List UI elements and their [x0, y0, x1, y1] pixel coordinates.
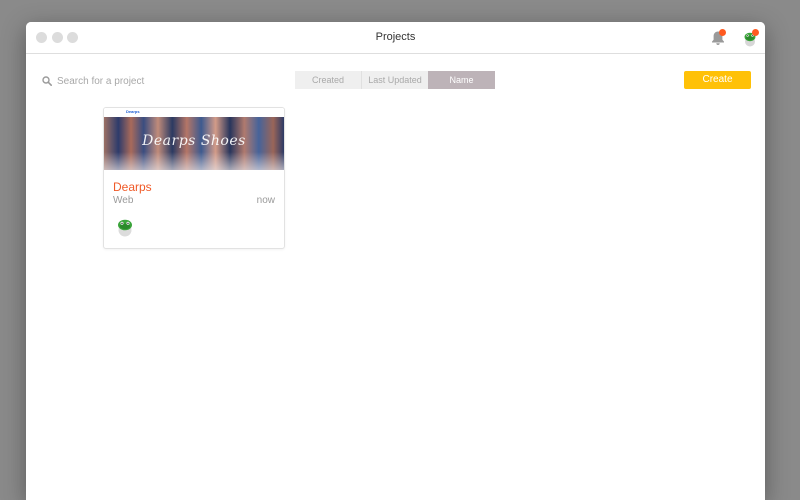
project-card[interactable]: Dearps Dearps Shoes Dearps Web now [103, 107, 285, 249]
tab-name[interactable]: Name [428, 71, 495, 89]
thumbnail-navbar: Dearps [104, 108, 284, 117]
project-thumbnail: Dearps Dearps Shoes [104, 108, 284, 170]
project-name: Dearps [113, 180, 152, 194]
user-notification-badge [752, 29, 759, 36]
notification-badge [719, 29, 726, 36]
project-type: Web [113, 195, 134, 206]
create-button[interactable]: Create [684, 71, 751, 89]
thumbnail-logo: Dearps [126, 109, 140, 114]
notifications-button[interactable] [709, 29, 727, 47]
app-window: Projects Search for a project Created La… [26, 22, 765, 500]
tab-last-updated[interactable]: Last Updated [362, 71, 428, 89]
project-owner-avatar [114, 215, 136, 237]
search-icon [42, 76, 52, 86]
project-search [42, 73, 242, 89]
tab-created[interactable]: Created [295, 71, 362, 89]
user-menu-button[interactable] [741, 29, 759, 47]
sort-tabs: Created Last Updated Name [295, 71, 495, 89]
thumbnail-hero-image: Dearps Shoes [104, 117, 284, 170]
thumbnail-headline: Dearps Shoes [142, 133, 246, 149]
window-title: Projects [375, 31, 416, 43]
project-updated-time: now [256, 195, 275, 206]
frog-avatar-icon [118, 219, 132, 237]
title-bar: Projects [26, 22, 765, 54]
search-input[interactable] [57, 75, 227, 87]
